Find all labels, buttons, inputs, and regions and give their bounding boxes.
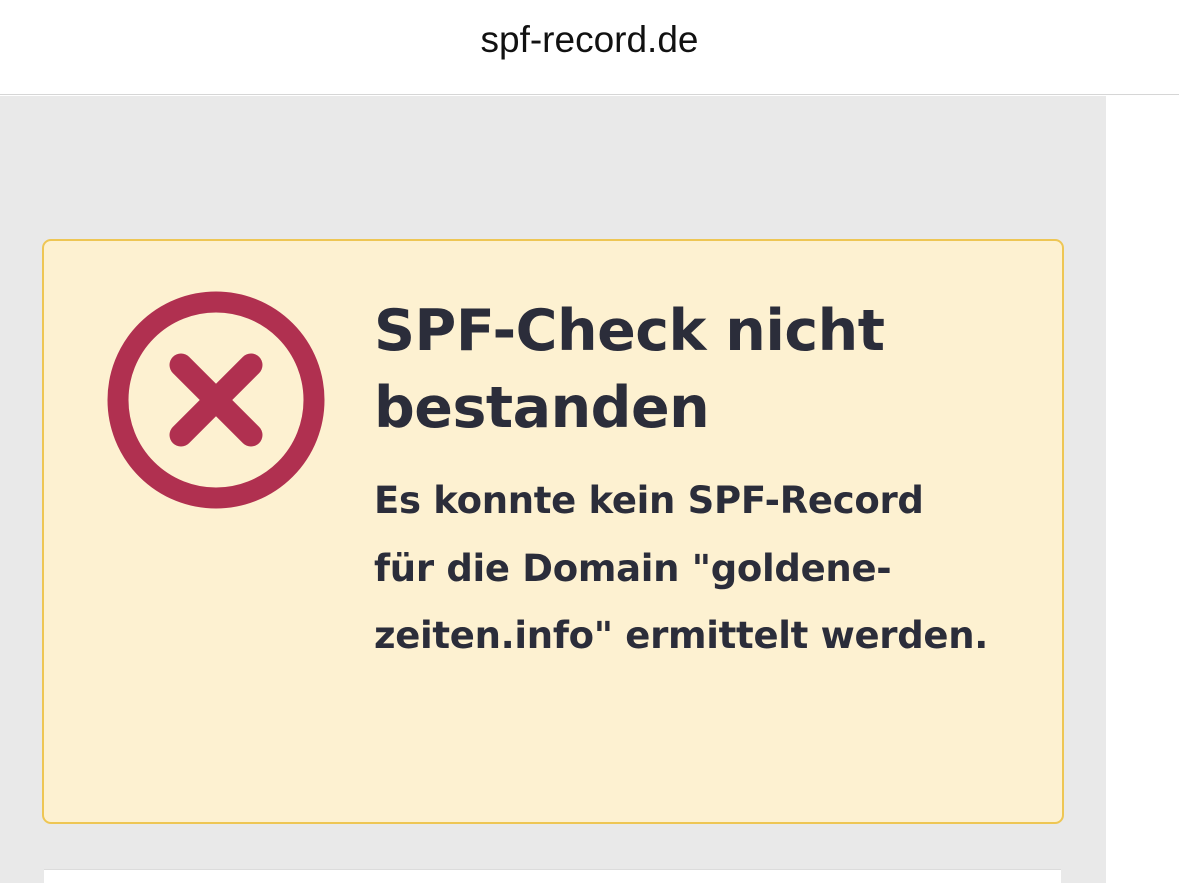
error-x-circle-icon: [107, 291, 325, 509]
spf-check-result-alert: SPF-Check nicht bestanden Es konnte kein…: [42, 239, 1064, 824]
next-content-card: [44, 869, 1061, 883]
alert-title: SPF-Check nicht bestanden: [374, 298, 885, 441]
address-bar[interactable]: spf-record.de: [0, 0, 1179, 95]
alert-message: Es konnte kein SPF-Record für die Domain…: [374, 479, 988, 657]
page-viewport: SPF-Check nicht bestanden Es konnte kein…: [0, 96, 1179, 883]
url-text[interactable]: spf-record.de: [481, 19, 699, 61]
